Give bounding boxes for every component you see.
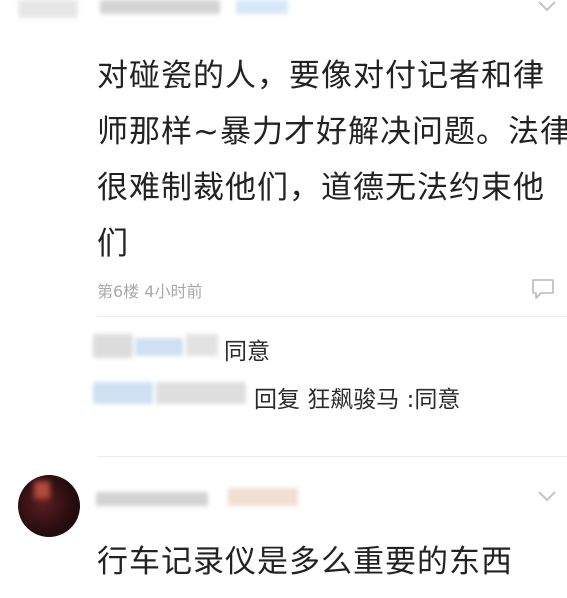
chevron-down-icon[interactable] xyxy=(536,0,558,14)
blurred-reply-username[interactable] xyxy=(135,338,183,356)
comment-line: 很难制裁他们，道德无法约束他 xyxy=(97,170,545,206)
blurred-reply-username[interactable] xyxy=(93,334,133,358)
reply-text: 同意 xyxy=(224,339,270,365)
reply-text: 回复 狂飙骏马 :同意 xyxy=(254,387,461,413)
comment-line: 对碰瓷的人，要像对付记者和律 xyxy=(97,58,545,94)
avatar[interactable] xyxy=(18,475,80,537)
comment-1-body: 对碰瓷的人，要像对付记者和律 师那样~暴力才好解决问题。法律 很难制裁他们，道德… xyxy=(97,48,567,272)
comment-line: 行车记录仪是多么重要的东西 xyxy=(97,544,513,580)
comment-1-meta: 第6楼 4小时前 xyxy=(97,282,203,301)
divider xyxy=(97,316,567,317)
blurred-reply-username[interactable] xyxy=(186,334,218,356)
comment-reply-icon[interactable] xyxy=(531,278,555,300)
blurred-username[interactable] xyxy=(96,492,208,506)
blurred-badge xyxy=(228,488,298,506)
comment-line: 们 xyxy=(97,226,129,262)
blurred-username xyxy=(100,0,220,14)
divider xyxy=(97,456,567,457)
blurred-username xyxy=(18,0,78,18)
comment-line: 师那样~暴力才好解决问题。法律 xyxy=(97,114,567,150)
comment-2-body: 行车记录仪是多么重要的东西 xyxy=(97,534,513,590)
blurred-reply-username[interactable] xyxy=(93,382,153,404)
blurred-badge xyxy=(236,0,288,14)
blurred-reply-username[interactable] xyxy=(156,382,246,404)
chevron-down-icon[interactable] xyxy=(536,490,558,504)
